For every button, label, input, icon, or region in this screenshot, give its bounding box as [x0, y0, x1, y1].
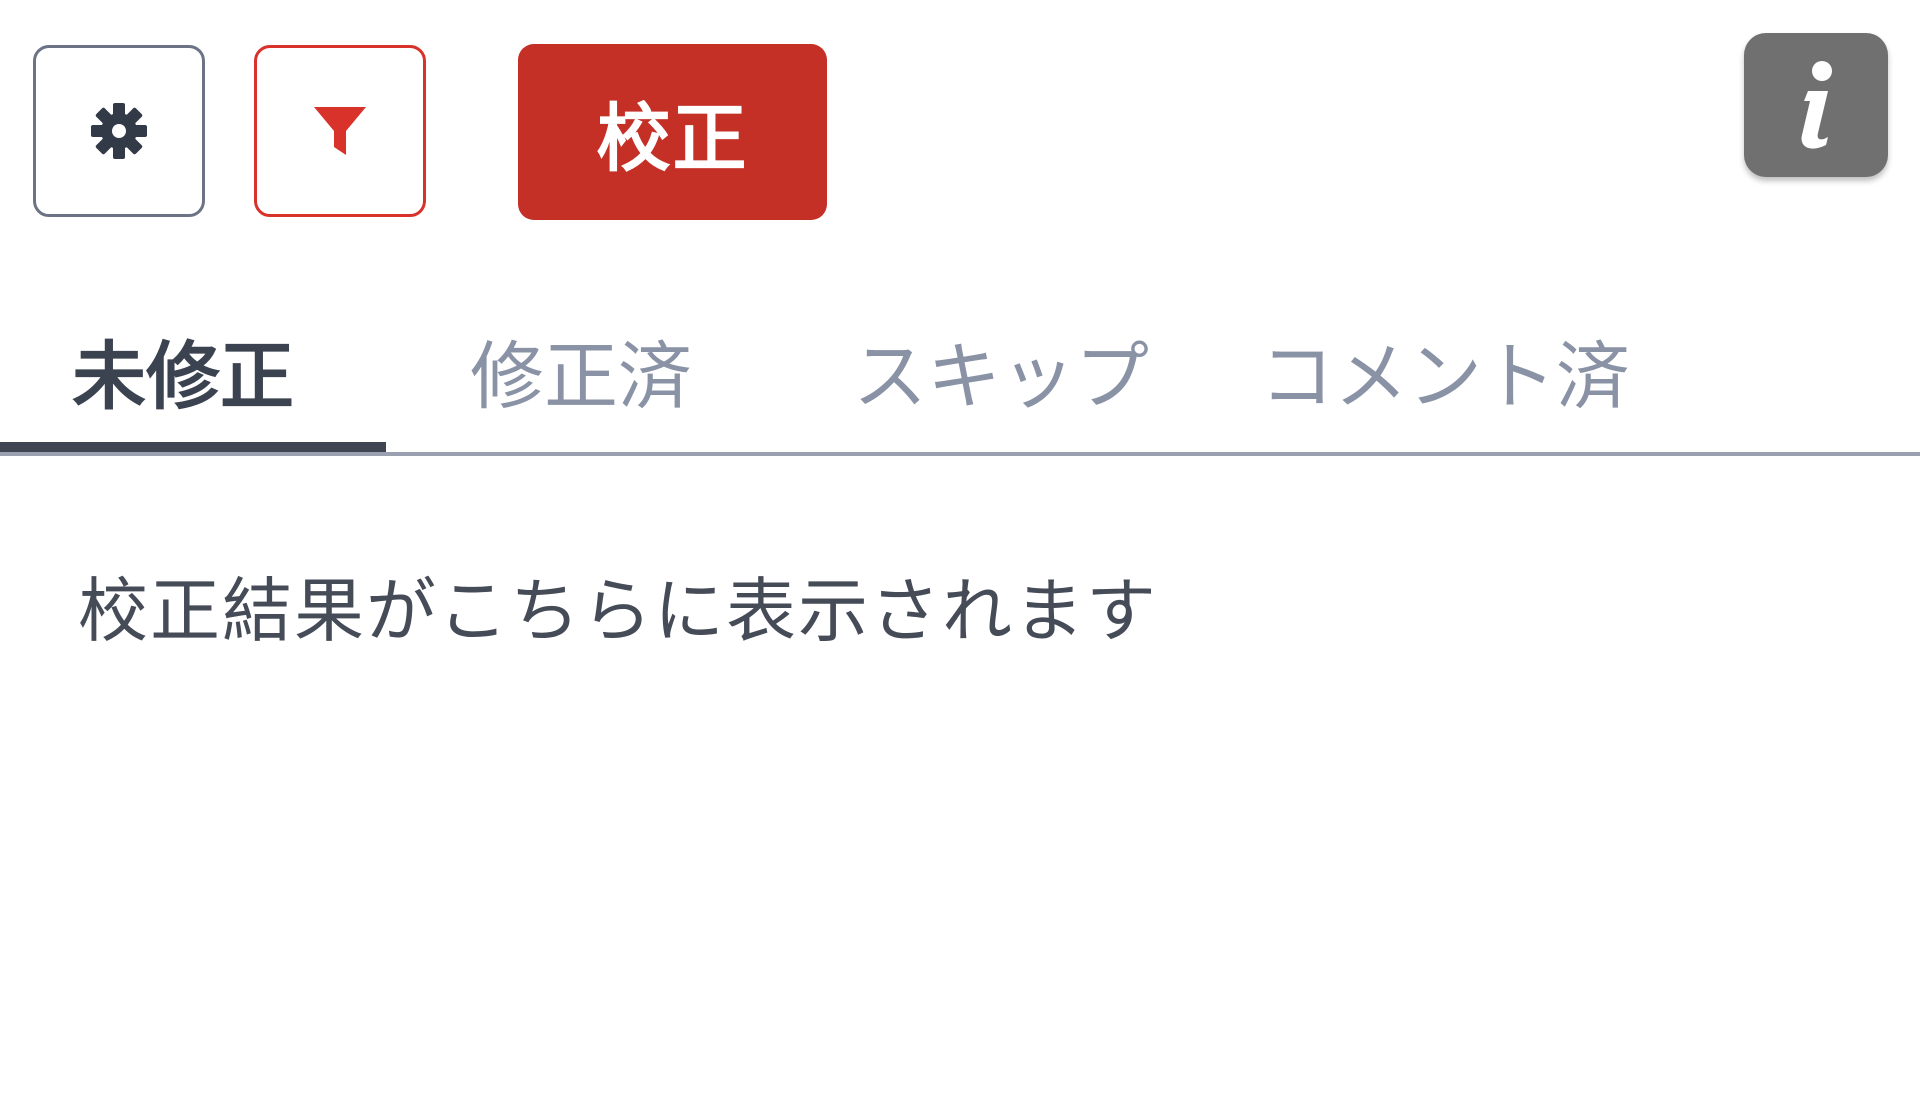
proofread-button[interactable]: 校正	[518, 44, 827, 220]
gear-icon	[91, 103, 147, 159]
info-icon	[1801, 61, 1832, 149]
tabs-divider	[0, 452, 1920, 456]
tab-label: コメント済	[1260, 333, 1630, 420]
info-button[interactable]	[1744, 33, 1888, 177]
tab-label: スキップ	[853, 333, 1149, 420]
proofreading-panel: 校正 未修正 修正済 スキップ コメント済 校正結果がこちらに表示されます	[0, 0, 1920, 1109]
proofread-button-label: 校正	[596, 95, 749, 182]
filter-button[interactable]	[254, 45, 426, 217]
filter-funnel-icon	[314, 107, 366, 155]
tab-label: 未修正	[72, 333, 294, 420]
tab-label: 修正済	[470, 333, 692, 420]
tab-fixed[interactable]: 修正済	[470, 290, 692, 450]
tab-skipped[interactable]: スキップ	[853, 290, 1149, 450]
status-tabs: 未修正 修正済 スキップ コメント済	[0, 290, 1920, 458]
tab-unfixed[interactable]: 未修正	[72, 290, 294, 450]
toolbar: 校正	[0, 0, 1920, 240]
settings-button[interactable]	[33, 45, 205, 217]
tab-commented[interactable]: コメント済	[1260, 290, 1630, 450]
results-empty-message: 校正結果がこちらに表示されます	[78, 570, 1158, 652]
